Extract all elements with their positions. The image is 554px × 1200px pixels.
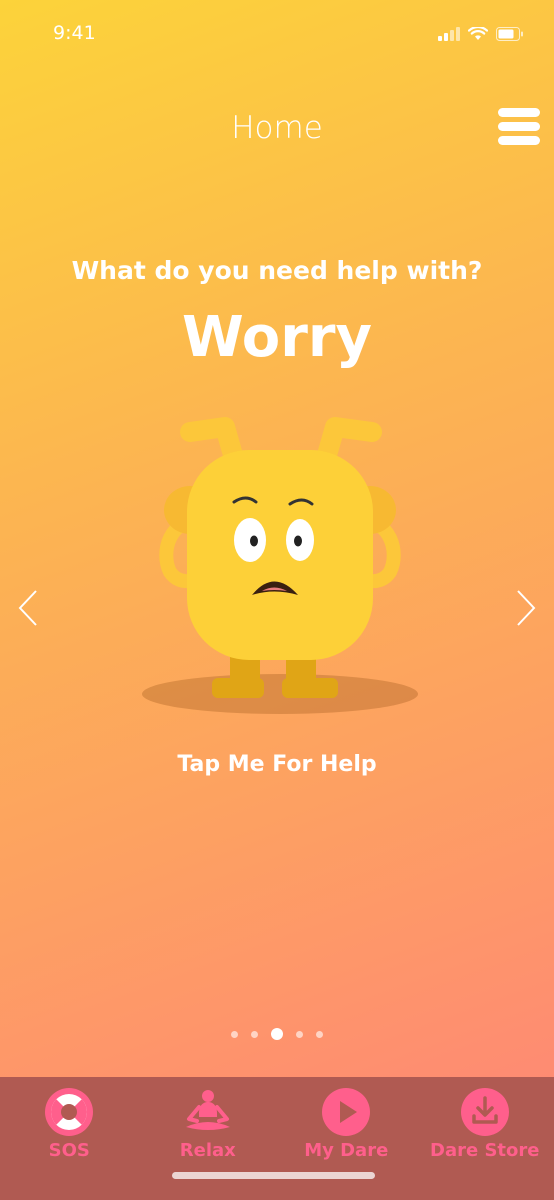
tab-label-my-dare: My Dare <box>304 1140 389 1161</box>
status-time: 9:41 <box>53 22 96 44</box>
signal-icon <box>438 27 460 41</box>
tab-sos[interactable]: SOS <box>0 1077 139 1200</box>
tab-label-relax: Relax <box>179 1140 236 1161</box>
worry-mascot[interactable] <box>130 392 430 732</box>
tap-for-help-label[interactable]: Tap Me For Help <box>0 752 554 777</box>
tab-label-sos: SOS <box>48 1140 90 1161</box>
lifebuoy-icon <box>45 1088 93 1136</box>
previous-arrow-icon[interactable] <box>14 588 44 628</box>
page-dot[interactable] <box>296 1030 303 1038</box>
page-title: Home <box>231 110 323 146</box>
page-dot[interactable] <box>231 1030 238 1038</box>
battery-icon <box>496 27 523 41</box>
page-indicator <box>0 1028 554 1040</box>
tab-my-dare[interactable]: My Dare <box>277 1077 416 1200</box>
page-dot-active[interactable] <box>271 1028 283 1040</box>
play-icon <box>322 1088 370 1136</box>
status-bar: 9:41 <box>0 0 554 70</box>
tab-relax[interactable]: Relax <box>139 1077 278 1200</box>
status-icons <box>438 27 524 41</box>
menu-button[interactable] <box>498 108 540 154</box>
tab-dare-store[interactable]: Dare Store <box>416 1077 554 1200</box>
meditation-icon <box>185 1090 230 1130</box>
help-question: What do you need help with? <box>71 256 483 285</box>
next-arrow-icon[interactable] <box>510 588 540 628</box>
hamburger-icon <box>498 108 540 117</box>
topic-title: Worry <box>182 305 372 370</box>
page-dot[interactable] <box>316 1030 323 1038</box>
home-indicator[interactable] <box>172 1172 375 1179</box>
tab-bar: SOS Relax My Dare Dare Store <box>0 1077 554 1200</box>
wifi-icon <box>468 27 488 40</box>
download-icon <box>460 1088 509 1136</box>
tab-label-dare-store: Dare Store <box>430 1140 540 1161</box>
page-dot[interactable] <box>251 1030 258 1038</box>
